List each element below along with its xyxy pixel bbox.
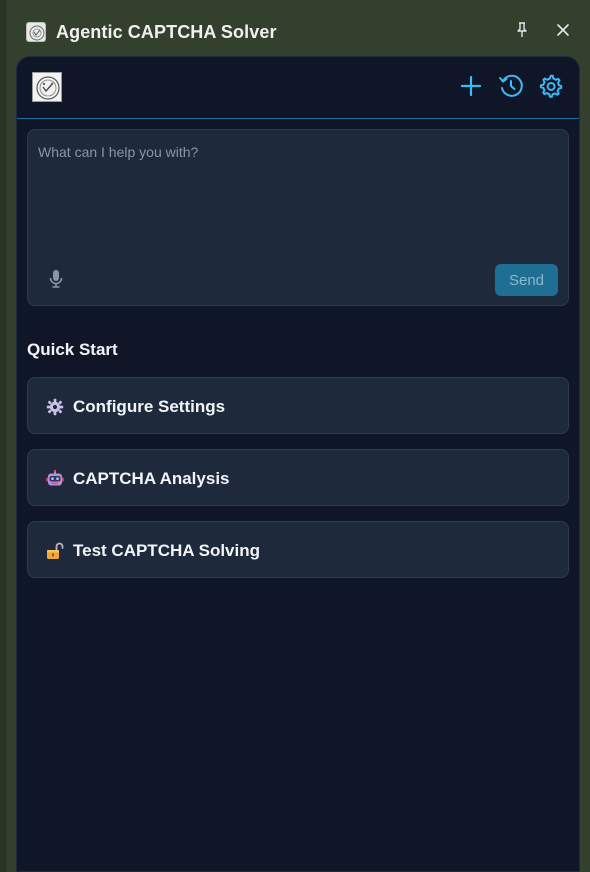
unlock-icon xyxy=(46,542,64,560)
app-logo-icon xyxy=(32,72,62,102)
side-panel-frame: Agentic CAPTCHA Solver What can I help y… xyxy=(0,0,590,872)
quick-start-label: Configure Settings xyxy=(73,397,226,416)
pin-button[interactable] xyxy=(510,20,534,44)
pin-icon xyxy=(515,21,529,43)
extension-logo-icon xyxy=(26,22,46,42)
app-panel: Send Quick Start xyxy=(16,56,580,872)
quick-start-label: CAPTCHA Analysis xyxy=(73,469,230,488)
title-bar: Agentic CAPTCHA Solver xyxy=(0,14,590,50)
gear-icon xyxy=(46,398,64,416)
quick-start-captcha-analysis[interactable]: CAPTCHA Analysis xyxy=(27,449,569,506)
quick-start-label: Test CAPTCHA Solving xyxy=(73,541,261,560)
history-icon xyxy=(498,73,524,104)
close-button[interactable] xyxy=(551,20,575,44)
window-title: Agentic CAPTCHA Solver xyxy=(56,22,277,42)
plus-icon xyxy=(460,75,482,102)
left-edge-strip xyxy=(0,0,6,872)
settings-button[interactable] xyxy=(537,74,565,102)
prompt-box: Send xyxy=(27,129,569,306)
gear-icon xyxy=(538,73,564,104)
prompt-input[interactable] xyxy=(38,144,558,254)
history-button[interactable] xyxy=(497,74,525,102)
microphone-icon xyxy=(48,268,64,295)
new-chat-button[interactable] xyxy=(457,74,485,102)
quick-start-heading: Quick Start xyxy=(27,340,118,359)
close-icon xyxy=(556,23,570,42)
microphone-button[interactable] xyxy=(46,268,66,295)
robot-icon xyxy=(46,470,64,488)
quick-start-configure-settings[interactable]: Configure Settings xyxy=(27,377,569,434)
panel-header xyxy=(17,57,579,119)
quick-start-test-captcha-solving[interactable]: Test CAPTCHA Solving xyxy=(27,521,569,578)
send-button[interactable]: Send xyxy=(495,264,558,296)
